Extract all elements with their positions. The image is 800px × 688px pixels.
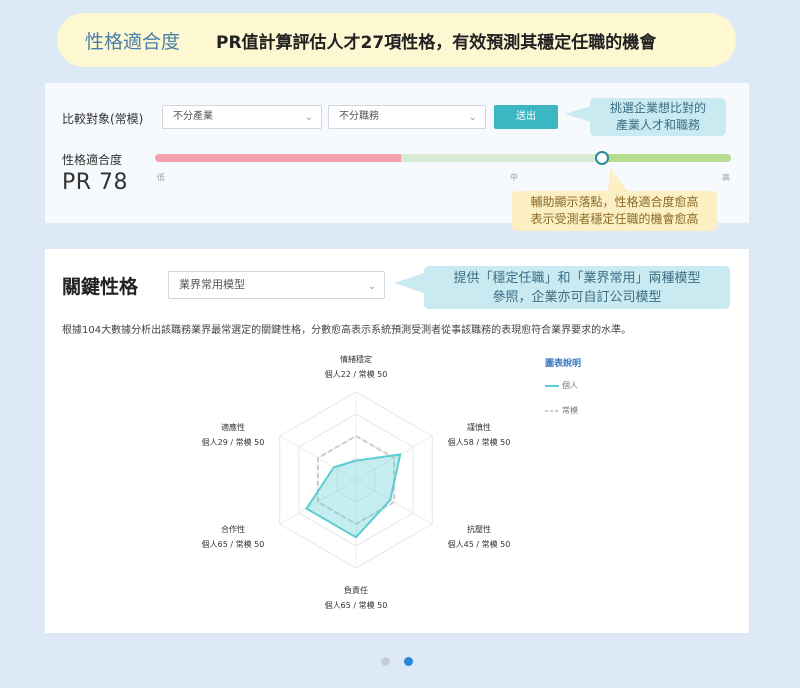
legend-norm-label: 常模: [562, 406, 578, 415]
legend-personal-swatch: [545, 385, 559, 387]
radar-axis-name: 情緒穩定: [340, 354, 372, 364]
radar-axis-name: 抗壓性: [467, 524, 491, 534]
radar-axis-name: 謹慎性: [467, 422, 491, 432]
page-dot-2[interactable]: [404, 657, 413, 666]
radar-personal-series: [305, 453, 402, 539]
radar-axis-name: 適應性: [221, 422, 245, 432]
radar-axis-value-label: 個人29 / 常模 50: [202, 437, 265, 447]
legend-title: 圖表說明: [545, 359, 582, 369]
radar-axis-value-label: 個人45 / 常模 50: [448, 539, 511, 549]
radar-axis-name: 負責任: [344, 585, 368, 595]
page-dot-1[interactable]: [381, 657, 390, 666]
legend-norm-swatch: [545, 410, 559, 412]
radar-axis-name: 合作性: [221, 524, 245, 534]
radar-axis-value-label: 個人22 / 常模 50: [325, 369, 388, 379]
radar-axis-value-label: 個人65 / 常模 50: [325, 600, 388, 610]
radar-axis-value-label: 個人65 / 常模 50: [202, 539, 265, 549]
radar-chart: 情緒穩定個人22 / 常模 50 謹慎性個人58 / 常模 50 抗壓性個人45 /…: [202, 354, 511, 610]
radar-axis-value-label: 個人58 / 常模 50: [448, 437, 511, 447]
legend-personal-label: 個人: [562, 381, 578, 390]
